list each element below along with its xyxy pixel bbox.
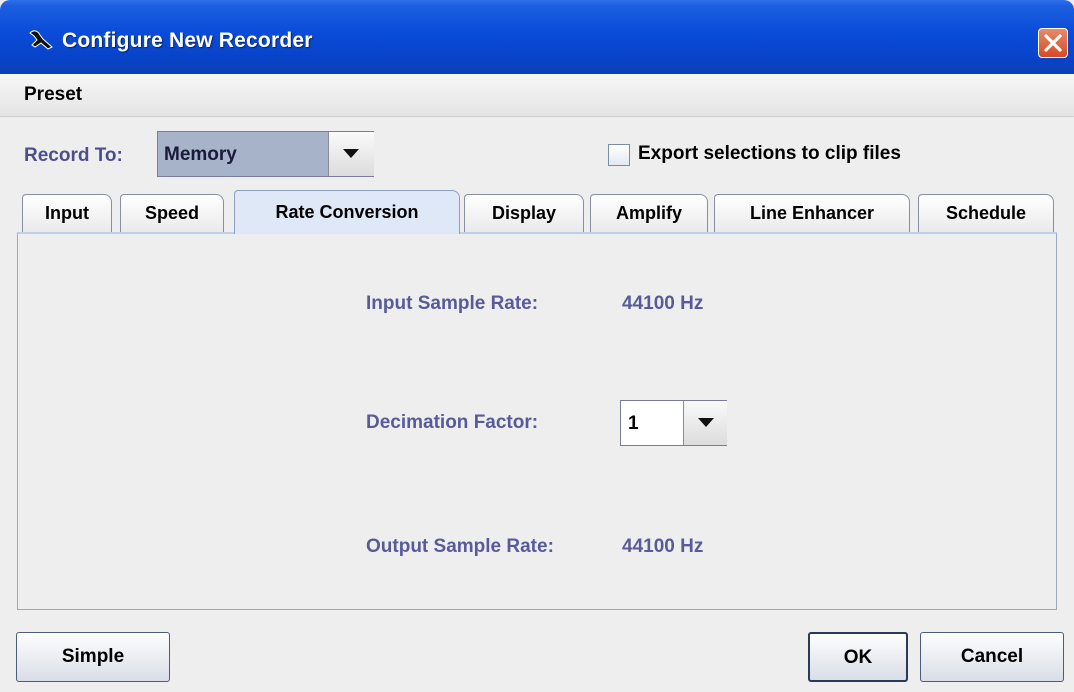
menu-bar: Preset bbox=[0, 74, 1074, 117]
chevron-down-icon bbox=[698, 418, 714, 427]
close-icon bbox=[1044, 34, 1062, 52]
tab-input[interactable]: Input bbox=[22, 194, 112, 232]
window-title: Configure New Recorder bbox=[62, 29, 313, 52]
tab-schedule[interactable]: Schedule bbox=[918, 194, 1054, 232]
output-sample-rate-value: 44100 Hz bbox=[622, 536, 704, 557]
dropdown-arrow-button[interactable] bbox=[683, 401, 727, 445]
record-to-label: Record To: bbox=[24, 145, 123, 166]
decimation-factor-value: 1 bbox=[628, 413, 639, 434]
tab-amplify[interactable]: Amplify bbox=[590, 194, 708, 232]
record-to-value: Memory bbox=[164, 144, 237, 165]
ok-button[interactable]: OK bbox=[808, 632, 908, 682]
tab-line-enhancer[interactable]: Line Enhancer bbox=[714, 194, 910, 232]
decimation-factor-label: Decimation Factor: bbox=[366, 412, 539, 433]
close-button[interactable] bbox=[1038, 28, 1068, 58]
simple-button[interactable]: Simple bbox=[16, 632, 170, 682]
tab-display[interactable]: Display bbox=[464, 194, 584, 232]
chevron-down-icon bbox=[343, 149, 359, 158]
dropdown-arrow-button[interactable] bbox=[328, 132, 374, 176]
output-sample-rate-label: Output Sample Rate: bbox=[366, 536, 554, 557]
tab-rate-conversion[interactable]: Rate Conversion bbox=[234, 190, 460, 234]
configure-recorder-dialog: Configure New Recorder Preset Record To:… bbox=[0, 0, 1074, 692]
input-sample-rate-value: 44100 Hz bbox=[622, 293, 704, 314]
record-to-select[interactable]: Memory bbox=[157, 131, 374, 177]
tab-speed[interactable]: Speed bbox=[120, 194, 224, 232]
bird-app-icon bbox=[29, 30, 53, 50]
menu-preset[interactable]: Preset bbox=[24, 84, 82, 106]
cancel-button[interactable]: Cancel bbox=[920, 632, 1064, 682]
export-label[interactable]: Export selections to clip files bbox=[638, 143, 901, 165]
title-bar[interactable]: Configure New Recorder bbox=[0, 0, 1074, 74]
decimation-factor-select[interactable]: 1 bbox=[620, 400, 727, 446]
export-checkbox[interactable] bbox=[608, 144, 630, 166]
input-sample-rate-label: Input Sample Rate: bbox=[366, 293, 539, 314]
